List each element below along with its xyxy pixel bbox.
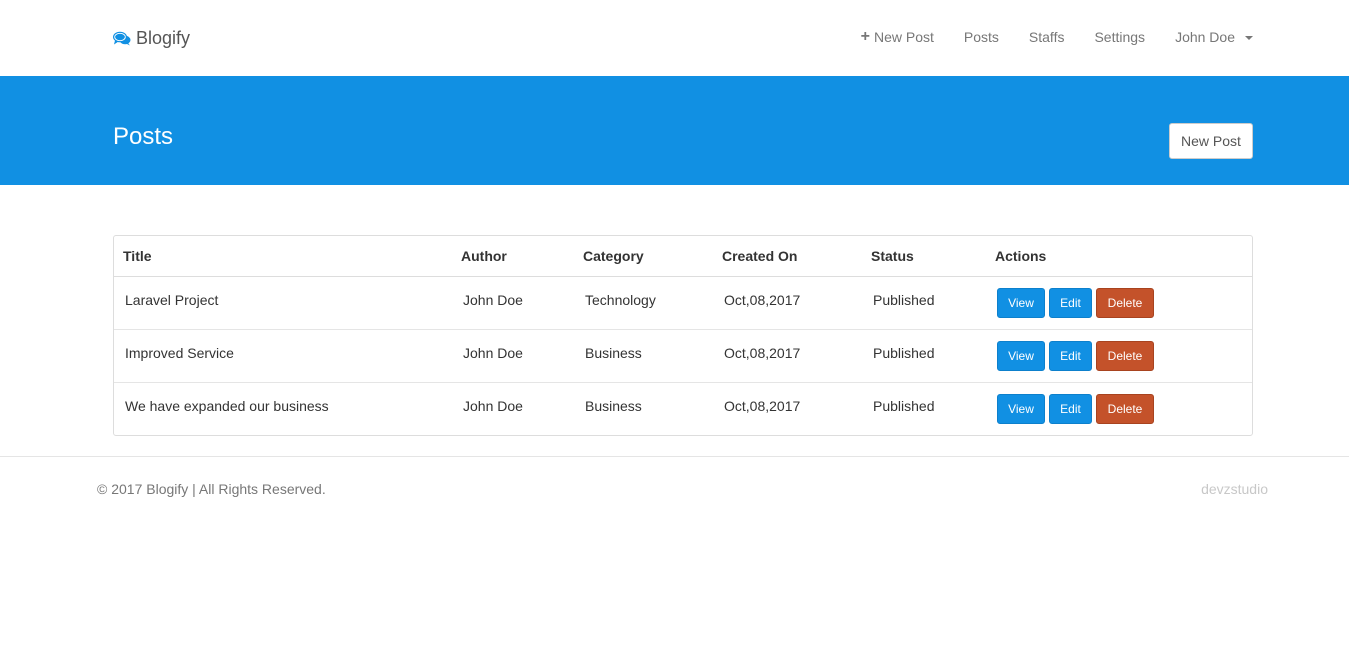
- column-header-actions: Actions: [986, 236, 1252, 277]
- cell-status: Published: [862, 328, 986, 382]
- cell-author: John Doe: [452, 328, 574, 382]
- column-header-category: Category: [574, 236, 713, 277]
- cell-status: Published: [873, 291, 935, 308]
- plus-icon: +: [860, 28, 870, 45]
- cell-actions: View Edit Delete: [986, 276, 1252, 329]
- edit-button[interactable]: Edit: [1049, 287, 1092, 318]
- brand-link[interactable]: Blogify: [113, 28, 190, 49]
- comments-icon: [113, 31, 131, 46]
- nav-posts[interactable]: Posts: [964, 29, 999, 45]
- top-navbar: Blogify + New Post Posts Staffs Settings…: [0, 0, 1349, 76]
- posts-table: Title Author Category Created On Status …: [114, 236, 1252, 435]
- cell-category: Technology: [585, 291, 656, 308]
- column-header-author: Author: [452, 236, 574, 277]
- page-header: Posts New Post: [0, 76, 1349, 185]
- view-button[interactable]: View: [997, 287, 1045, 318]
- credit-link[interactable]: devzstudio: [1201, 481, 1268, 497]
- table-row: Laravel Project John Doe Technology Oct,…: [114, 276, 1252, 329]
- delete-button[interactable]: Delete: [1096, 340, 1154, 371]
- cell-actions: View Edit Delete: [986, 381, 1252, 435]
- nav-staffs[interactable]: Staffs: [1029, 29, 1065, 45]
- user-menu-dropdown[interactable]: John Doe: [1175, 29, 1253, 45]
- posts-table-panel: Title Author Category Created On Status …: [113, 235, 1253, 436]
- main-nav: + New Post Posts Staffs Settings John Do…: [861, 29, 1253, 45]
- table-row: Improved Service John Doe Business Oct,0…: [114, 328, 1252, 382]
- edit-button[interactable]: Edit: [1049, 393, 1092, 424]
- cell-title: We have expanded our business: [114, 381, 452, 435]
- new-post-button[interactable]: New Post: [1169, 123, 1253, 159]
- footer: © 2017 Blogify | All Rights Reserved. de…: [0, 456, 1349, 516]
- cell-category: Business: [574, 328, 713, 382]
- delete-button[interactable]: Delete: [1096, 287, 1154, 318]
- table-row: We have expanded our business John Doe B…: [114, 381, 1252, 435]
- delete-button[interactable]: Delete: [1096, 393, 1154, 424]
- column-header-created-on: Created On: [713, 236, 862, 277]
- cell-created-on: Oct,08,2017: [713, 328, 862, 382]
- cell-status: Published: [862, 381, 986, 435]
- nav-new-post[interactable]: + New Post: [860, 28, 934, 46]
- cell-author: John Doe: [452, 381, 574, 435]
- brand-name: Blogify: [136, 28, 191, 48]
- view-button[interactable]: View: [997, 340, 1045, 371]
- cell-title: Laravel Project: [125, 291, 219, 308]
- nav-new-post-label: New Post: [873, 29, 934, 45]
- nav-settings[interactable]: Settings: [1094, 29, 1145, 45]
- cell-category: Business: [574, 381, 713, 435]
- view-button[interactable]: View: [997, 393, 1045, 424]
- copyright-text: © 2017 Blogify | All Rights Reserved.: [97, 481, 326, 497]
- caret-down-icon: [1245, 36, 1253, 40]
- page-title: Posts: [113, 123, 174, 150]
- column-header-title: Title: [114, 236, 452, 277]
- cell-author: John Doe: [463, 291, 523, 308]
- cell-title: Improved Service: [114, 328, 452, 382]
- cell-actions: View Edit Delete: [986, 328, 1252, 382]
- edit-button[interactable]: Edit: [1049, 340, 1092, 371]
- cell-created-on: Oct,08,2017: [713, 381, 862, 435]
- cell-created-on: Oct,08,2017: [724, 291, 801, 308]
- column-header-status: Status: [862, 236, 986, 277]
- user-name: John Doe: [1175, 29, 1235, 45]
- table-header-row: Title Author Category Created On Status …: [114, 236, 1252, 277]
